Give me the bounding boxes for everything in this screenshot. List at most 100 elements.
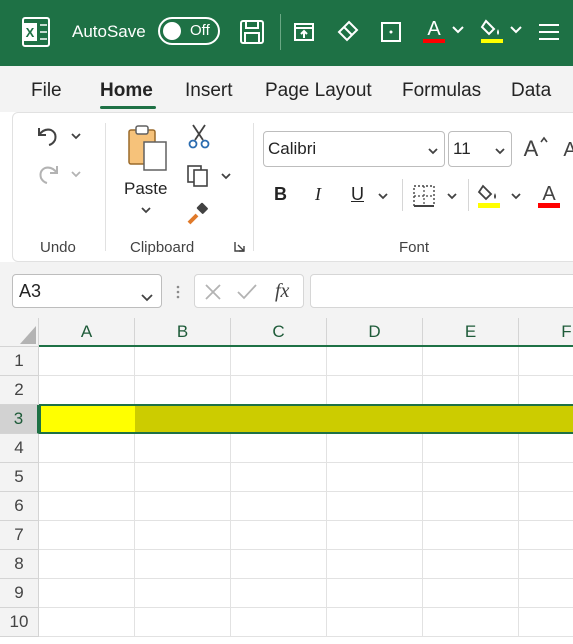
cell-c1[interactable] [231,347,327,376]
paste-label[interactable]: Paste [124,179,167,199]
cell-b7[interactable] [135,521,231,550]
dialog-launcher-icon[interactable] [233,240,245,252]
cell-d6[interactable] [327,492,423,521]
name-box[interactable]: A3 [12,274,162,308]
cell-e4[interactable] [423,434,519,463]
formula-input[interactable] [310,274,573,308]
tab-insert[interactable]: Insert [185,80,233,102]
fill-color-dropdown-icon[interactable] [509,22,523,38]
cell-a8[interactable] [39,550,135,579]
paste-dropdown-icon[interactable] [139,203,153,217]
increase-font-size-icon[interactable]: A [521,133,549,161]
tab-data[interactable]: Data [511,80,551,102]
cell-f9[interactable] [519,579,573,608]
column-header-d[interactable]: D [327,318,423,347]
menu-icon[interactable] [536,20,562,44]
font-color-icon[interactable]: A [420,14,448,46]
cell-c8[interactable] [231,550,327,579]
cell-c4[interactable] [231,434,327,463]
column-header-f[interactable]: F [519,318,573,347]
row-header-4[interactable]: 4 [0,434,39,463]
cell-e7[interactable] [423,521,519,550]
cell-b1[interactable] [135,347,231,376]
cell-d7[interactable] [327,521,423,550]
cell-d5[interactable] [327,463,423,492]
column-header-b[interactable]: B [135,318,231,347]
font-name-combo[interactable]: Calibri [263,131,445,167]
bold-button[interactable]: B [274,184,287,205]
tab-home[interactable]: Home [100,80,153,102]
copy-dropdown-icon[interactable] [219,169,233,183]
cell-f1[interactable] [519,347,573,376]
cell-c6[interactable] [231,492,327,521]
row-header-10[interactable]: 10 [0,608,39,637]
cell-a6[interactable] [39,492,135,521]
cell-b8[interactable] [135,550,231,579]
cell-b4[interactable] [135,434,231,463]
cell-f5[interactable] [519,463,573,492]
cell-borders-icon[interactable] [411,183,437,209]
open-in-window-icon[interactable] [292,20,316,44]
cell-d1[interactable] [327,347,423,376]
cell-d4[interactable] [327,434,423,463]
row-header-3[interactable]: 3 [0,405,39,434]
cell-fill-color-icon[interactable] [475,179,503,211]
cell-e1[interactable] [423,347,519,376]
cell-f6[interactable] [519,492,573,521]
underline-button[interactable]: U [351,184,364,205]
tab-page-layout[interactable]: Page Layout [265,80,372,102]
cell-b6[interactable] [135,492,231,521]
drag-handle-icon[interactable] [174,282,182,302]
cell-a9[interactable] [39,579,135,608]
cell-d10[interactable] [327,608,423,637]
cell-b5[interactable] [135,463,231,492]
cell-c5[interactable] [231,463,327,492]
borders-dropdown-icon[interactable] [445,189,459,203]
cut-icon[interactable] [187,123,211,149]
borders-icon[interactable] [378,19,404,45]
cell-d2[interactable] [327,376,423,405]
cell-a10[interactable] [39,608,135,637]
cell-d9[interactable] [327,579,423,608]
cell-f7[interactable] [519,521,573,550]
font-name-dropdown-icon[interactable] [428,140,438,160]
tab-formulas[interactable]: Formulas [402,80,481,102]
cell-e9[interactable] [423,579,519,608]
cell-b2[interactable] [135,376,231,405]
cell-a1[interactable] [39,347,135,376]
undo-dropdown-icon[interactable] [69,129,83,143]
cell-f8[interactable] [519,550,573,579]
cell-a2[interactable] [39,376,135,405]
italic-button[interactable]: I [315,184,321,205]
font-size-dropdown-icon[interactable] [495,140,505,160]
decrease-font-size-icon[interactable]: A [559,133,573,161]
row-header-6[interactable]: 6 [0,492,39,521]
cell-c10[interactable] [231,608,327,637]
cell-c2[interactable] [231,376,327,405]
column-header-e[interactable]: E [423,318,519,347]
fill-color-icon[interactable] [478,14,506,46]
row-header-1[interactable]: 1 [0,347,39,376]
autosave-toggle[interactable]: Off [158,17,220,45]
cell-c7[interactable] [231,521,327,550]
font-size-combo[interactable]: 11 [448,131,512,167]
cell-f4[interactable] [519,434,573,463]
paste-icon[interactable] [125,123,171,173]
row-header-7[interactable]: 7 [0,521,39,550]
column-header-c[interactable]: C [231,318,327,347]
cell-e10[interactable] [423,608,519,637]
cell-e8[interactable] [423,550,519,579]
cell-fill-dropdown-icon[interactable] [509,189,523,203]
underline-dropdown-icon[interactable] [376,189,390,203]
cell-a5[interactable] [39,463,135,492]
save-icon[interactable] [238,17,266,47]
cell-f2[interactable] [519,376,573,405]
font-color-dropdown-icon[interactable] [451,22,465,38]
row-header-2[interactable]: 2 [0,376,39,405]
cell-a7[interactable] [39,521,135,550]
copy-icon[interactable] [185,163,211,189]
cell-b10[interactable] [135,608,231,637]
row-header-8[interactable]: 8 [0,550,39,579]
cell-f10[interactable] [519,608,573,637]
cell-a4[interactable] [39,434,135,463]
